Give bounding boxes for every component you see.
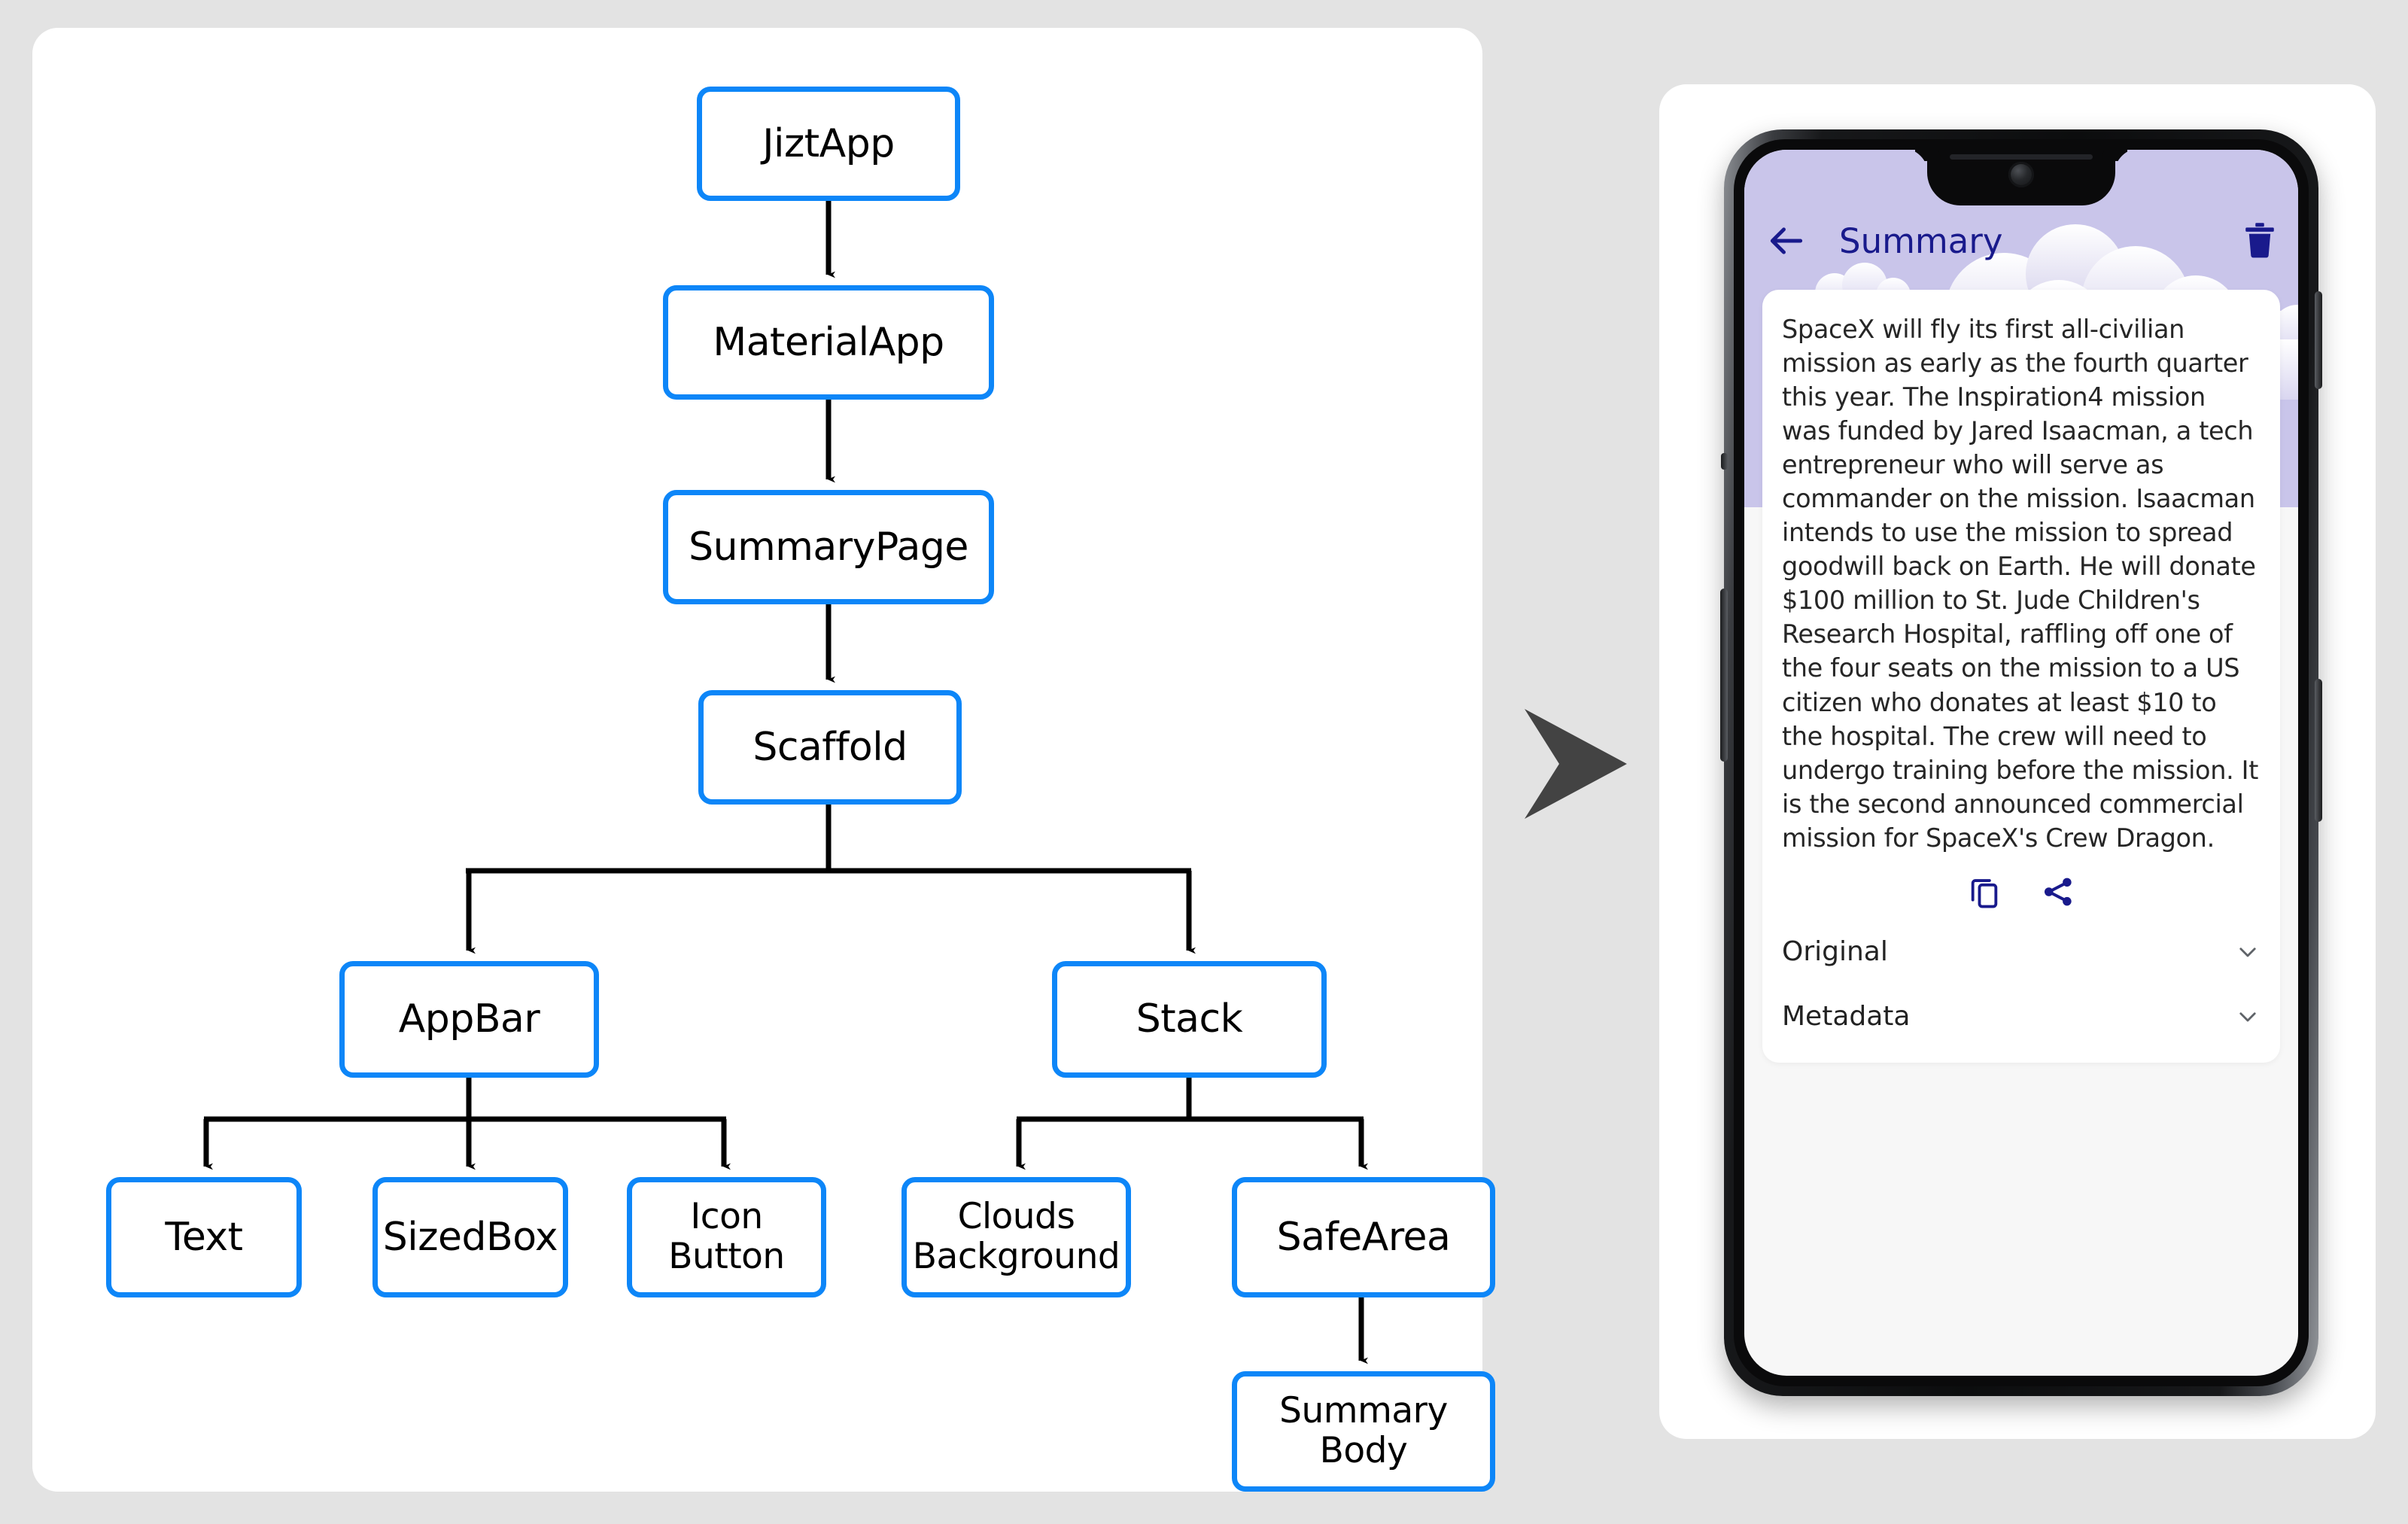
- summary-action-row: [1782, 875, 2261, 909]
- back-arrow-icon[interactable]: [1765, 220, 1808, 262]
- tree-node-safearea[interactable]: SafeArea: [1232, 1177, 1495, 1297]
- expansion-tile-label: Metadata: [1782, 1001, 1911, 1033]
- widget-tree-panel: JiztApp MaterialApp SummaryPage Scaffold…: [32, 28, 1495, 1492]
- share-icon[interactable]: [2041, 875, 2075, 909]
- app-bar: Summary: [1744, 208, 2298, 273]
- phone-device: Summary SpaceX will fly its first all-ci…: [1720, 129, 2322, 1396]
- phone-button-volume-left[interactable]: [1720, 589, 1728, 762]
- tree-node-label: Scaffold: [752, 724, 908, 770]
- copy-icon[interactable]: [1967, 875, 2002, 909]
- tree-node-label: Clouds Background: [912, 1196, 1120, 1277]
- phone-button-volume-right[interactable]: [2315, 679, 2322, 822]
- tree-node-jiztapp[interactable]: JiztApp: [697, 87, 960, 201]
- tree-node-summarypage[interactable]: SummaryPage: [663, 490, 994, 604]
- tree-node-text[interactable]: Text: [106, 1177, 302, 1297]
- expansion-tile-original[interactable]: Original: [1782, 920, 2261, 984]
- phone-button-power[interactable]: [2315, 291, 2322, 389]
- tree-node-cloudsbackground[interactable]: Clouds Background: [901, 1177, 1131, 1297]
- summary-body-text: SpaceX will fly its first all-civilian m…: [1782, 315, 2258, 853]
- chevron-down-icon[interactable]: [2235, 939, 2261, 965]
- tree-node-label: AppBar: [398, 996, 540, 1042]
- tree-node-label: SafeArea: [1276, 1214, 1451, 1260]
- tree-node-appbar[interactable]: AppBar: [339, 961, 599, 1078]
- tree-node-stack[interactable]: Stack: [1052, 961, 1327, 1078]
- tree-node-label: MaterialApp: [713, 319, 944, 365]
- summary-card: SpaceX will fly its first all-civilian m…: [1762, 290, 2280, 1063]
- expansion-tile-metadata[interactable]: Metadata: [1782, 984, 2261, 1049]
- tree-node-label: SummaryPage: [689, 524, 968, 570]
- app-bar-title: Summary: [1839, 221, 2003, 261]
- arrow-right-icon: [1525, 709, 1627, 819]
- phone-screen: Summary SpaceX will fly its first all-ci…: [1744, 150, 2298, 1376]
- tree-node-scaffold[interactable]: Scaffold: [698, 690, 962, 805]
- tree-node-label: Stack: [1136, 996, 1243, 1042]
- chevron-down-icon[interactable]: [2235, 1004, 2261, 1030]
- trash-icon[interactable]: [2242, 221, 2277, 260]
- tree-node-label: JiztApp: [762, 120, 895, 166]
- tree-node-summarybody[interactable]: Summary Body: [1232, 1371, 1495, 1492]
- screenshot-root: JiztApp MaterialApp SummaryPage Scaffold…: [0, 0, 2408, 1524]
- tree-node-label: SizedBox: [382, 1214, 558, 1260]
- tree-node-materialapp[interactable]: MaterialApp: [663, 285, 994, 400]
- expansion-tile-label: Original: [1782, 936, 1888, 968]
- phone-button-left-small[interactable]: [1721, 453, 1728, 470]
- tree-node-iconbutton[interactable]: Icon Button: [627, 1177, 826, 1297]
- tree-node-label: Text: [165, 1214, 243, 1260]
- tree-node-label: Icon Button: [668, 1196, 785, 1277]
- tree-node-label: Summary Body: [1279, 1390, 1448, 1471]
- tree-node-sizedbox[interactable]: SizedBox: [372, 1177, 568, 1297]
